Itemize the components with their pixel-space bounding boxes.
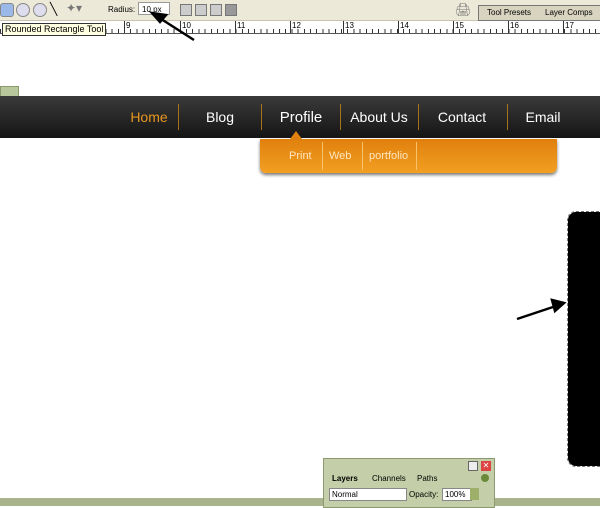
submenu-divider [416,142,417,170]
nav-contact[interactable]: Contact [419,96,505,138]
close-icon[interactable]: ✕ [481,461,491,471]
submenu-divider [322,142,323,170]
nav-home[interactable]: Home [120,96,178,138]
nav-divider [178,104,179,130]
opacity-slider-icon[interactable] [470,488,479,500]
submenu-print[interactable]: Print [289,139,312,173]
panel-menu-icon[interactable] [481,474,489,482]
arrow-icon [516,304,557,321]
minimize-icon[interactable] [468,461,478,471]
tab-layers[interactable]: Layers [332,474,358,483]
submenu-portfolio[interactable]: portfolio [369,139,408,173]
arrow-annotations [148,11,567,321]
submenu-caret [290,131,302,139]
blend-mode-value: Normal [332,490,358,499]
submenu-web[interactable]: Web [329,139,351,173]
nav-blog[interactable]: Blog [180,96,260,138]
nav-about-us[interactable]: About Us [341,96,417,138]
status-strip [0,498,600,506]
nav-email[interactable]: Email [508,96,578,138]
submenu-divider [362,142,363,170]
layers-panel: ✕ Layers Channels Paths Normal Opacity: … [323,458,495,508]
opacity-input[interactable]: 100% [442,488,472,501]
arrow-icon [157,15,195,42]
rounded-rectangle-selection [567,211,600,467]
tab-channels[interactable]: Channels [372,474,406,483]
profile-submenu: Print Web portfolio [260,139,557,173]
opacity-label: Opacity: [409,490,439,499]
tab-paths[interactable]: Paths [417,474,437,483]
arrow-head-icon [550,298,567,314]
blend-mode-select[interactable]: Normal [329,488,407,501]
